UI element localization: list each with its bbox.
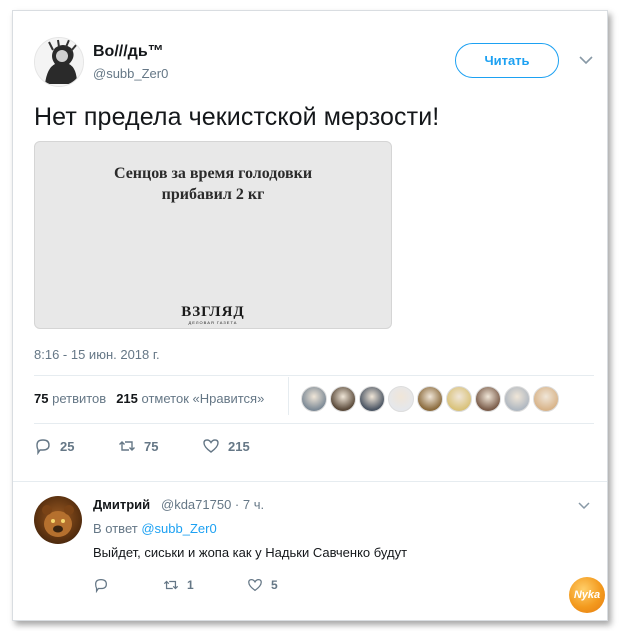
media-brand-subtitle: ДЕЛОВАЯ ГАЗЕТА xyxy=(188,320,238,325)
reply-like-action[interactable]: 5 xyxy=(247,577,278,593)
likes-stat[interactable]: 215 отметок «Нравится» xyxy=(116,391,264,406)
tweet-text: Нет предела чекистской мерзости! xyxy=(34,103,440,131)
retweet-icon xyxy=(119,441,135,451)
like-action[interactable]: 215 xyxy=(202,437,250,455)
retweet-action[interactable]: 75 xyxy=(118,437,202,455)
liker-avatar[interactable] xyxy=(330,386,356,412)
watermark-logo: Nyka xyxy=(569,577,605,613)
likes-count: 215 xyxy=(116,391,138,406)
reply-avatar[interactable] xyxy=(34,496,82,544)
like-count: 215 xyxy=(228,438,250,454)
liker-avatar[interactable] xyxy=(504,386,530,412)
media-headline-line1: Сенцов за время голодовки xyxy=(113,165,313,182)
media-headline-line2: прибавил 2 кг xyxy=(161,186,265,203)
media-headline: Сенцов за время голодовки прибавил 2 кг xyxy=(35,163,391,205)
reply-to-handle-link[interactable]: @subb_Zer0 xyxy=(141,521,216,536)
reply-meta[interactable]: @kda71750 · 7 ч. xyxy=(161,497,264,512)
heart-icon xyxy=(203,439,219,453)
chevron-down-icon[interactable] xyxy=(579,55,593,65)
tweet-actions: 25 75 215 xyxy=(34,437,250,455)
author-avatar[interactable] xyxy=(34,37,84,87)
tweet-card: Во///дь™ @subb_Zer0 Читать Нет предела ч… xyxy=(12,10,608,621)
liker-avatar[interactable] xyxy=(533,386,559,412)
liker-avatar[interactable] xyxy=(417,386,443,412)
divider xyxy=(34,423,594,424)
reply-author-name[interactable]: Дмитрий xyxy=(93,497,150,512)
reply-to-prefix: В ответ xyxy=(93,521,138,536)
heart-icon xyxy=(248,579,262,592)
retweets-count: 75 xyxy=(34,391,49,406)
tweet-timestamp[interactable]: 8:16 - 15 июн. 2018 г. xyxy=(34,347,160,362)
reply-action[interactable]: 25 xyxy=(34,437,118,455)
liker-avatar[interactable] xyxy=(475,386,501,412)
retweets-stat[interactable]: 75 ретвитов xyxy=(34,391,106,406)
reply-icon xyxy=(95,579,107,593)
retweets-label: ретвитов xyxy=(52,391,107,406)
author-name[interactable]: Во///дь™ xyxy=(93,43,164,61)
tweet-media-image[interactable]: Сенцов за время голодовки прибавил 2 кг … xyxy=(34,141,392,329)
retweet-icon xyxy=(163,580,179,590)
reply-actions: 1 5 xyxy=(93,577,278,593)
reply-retweet-action[interactable]: 1 xyxy=(163,577,247,593)
likers-avatars xyxy=(301,386,559,412)
retweet-count: 75 xyxy=(144,438,159,454)
likes-label: отметок «Нравится» xyxy=(141,391,265,406)
follow-button[interactable]: Читать xyxy=(455,43,559,78)
reply-text: Выйдет, сиськи и жопа как у Надьки Савче… xyxy=(93,545,408,560)
liker-avatar[interactable] xyxy=(388,386,414,412)
reply-reply-action[interactable] xyxy=(93,577,163,593)
reply-icon xyxy=(36,439,50,455)
chevron-down-icon[interactable] xyxy=(578,501,590,510)
author-handle[interactable]: @subb_Zer0 xyxy=(93,66,168,81)
media-brand-logo: ВЗГЛЯД xyxy=(181,304,245,320)
liker-avatar[interactable] xyxy=(359,386,385,412)
reply-retweet-count: 1 xyxy=(187,578,194,592)
reply-to-line: В ответ @subb_Zer0 xyxy=(93,521,217,536)
tweet-stats: 75 ретвитов 215 отметок «Нравится» xyxy=(34,391,264,406)
divider xyxy=(34,375,594,376)
reply-count: 25 xyxy=(60,438,75,454)
liker-avatar[interactable] xyxy=(301,386,327,412)
liker-avatar[interactable] xyxy=(446,386,472,412)
reply-like-count: 5 xyxy=(271,578,278,592)
stats-separator xyxy=(288,377,289,415)
divider xyxy=(13,481,607,482)
